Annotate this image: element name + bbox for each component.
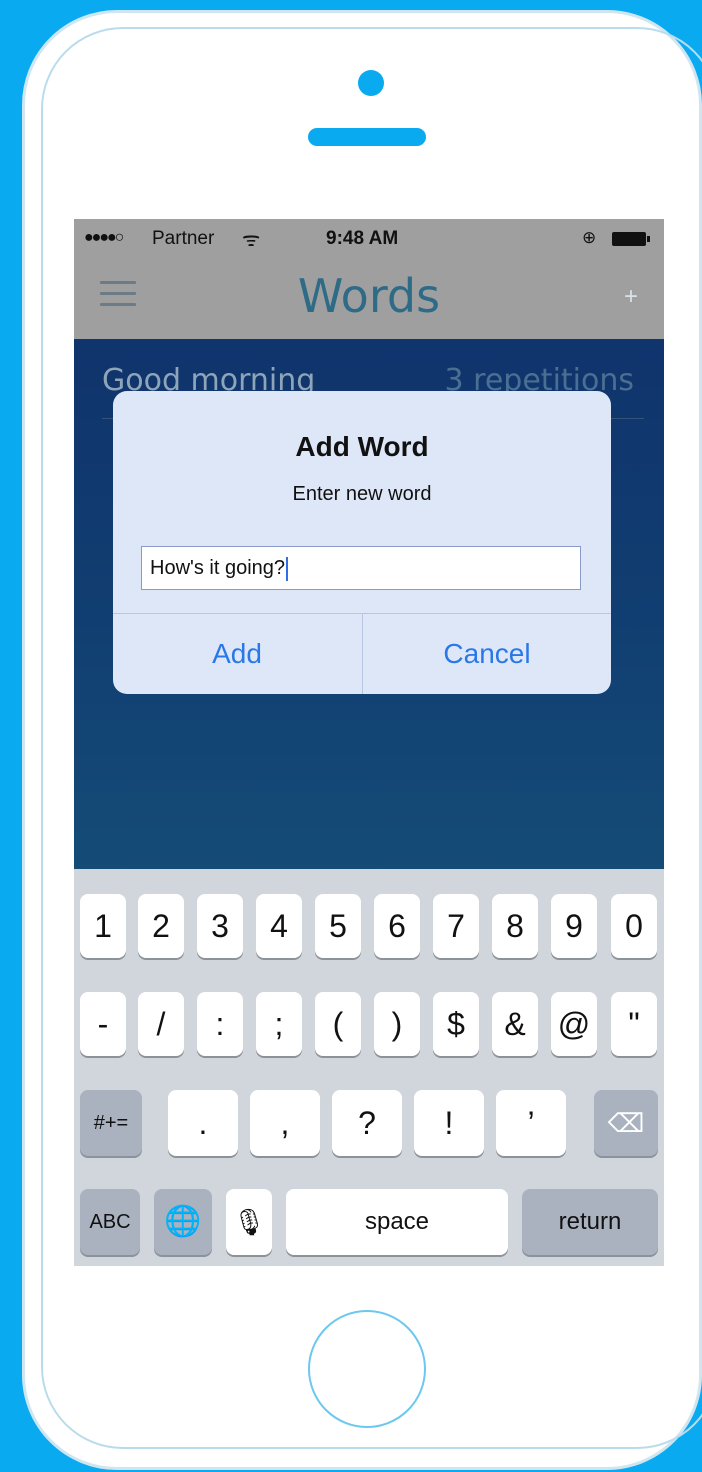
microphone-icon[interactable]: 🎙: [226, 1189, 272, 1255]
key-period[interactable]: .: [168, 1090, 238, 1156]
key-8[interactable]: 8: [492, 894, 538, 958]
page-title: Words: [297, 269, 441, 323]
keyboard: 1 2 3 4 5 6 7 8 9 0 - / : ; ( ) $ & @ " …: [74, 869, 664, 1266]
rotation-lock-icon: ⊕: [582, 228, 597, 247]
key-apostrophe[interactable]: ’: [496, 1090, 566, 1156]
key-ampersand[interactable]: &: [492, 992, 538, 1056]
word-input[interactable]: How's it going?: [141, 546, 581, 590]
dialog-message: Enter new word: [292, 483, 432, 505]
return-key[interactable]: return: [522, 1189, 658, 1255]
status-time: 9:48 AM: [326, 228, 399, 249]
text-caret: [286, 556, 288, 581]
dialog-buttons: Add Cancel: [113, 613, 611, 694]
key-3[interactable]: 3: [197, 894, 243, 958]
add-button[interactable]: Add: [113, 614, 361, 694]
key-at[interactable]: @: [551, 992, 597, 1056]
key-slash[interactable]: /: [138, 992, 184, 1056]
backspace-icon[interactable]: ⌫: [594, 1090, 658, 1156]
key-6[interactable]: 6: [374, 894, 420, 958]
key-hyphen[interactable]: -: [80, 992, 126, 1056]
key-exclamation[interactable]: !: [414, 1090, 484, 1156]
key-7[interactable]: 7: [433, 894, 479, 958]
key-open-paren[interactable]: (: [315, 992, 361, 1056]
key-dollar[interactable]: $: [433, 992, 479, 1056]
signal-icon: ●●●●○: [84, 229, 124, 246]
battery-icon: [612, 232, 650, 246]
key-question[interactable]: ?: [332, 1090, 402, 1156]
key-2[interactable]: 2: [138, 894, 184, 958]
key-quote[interactable]: ": [611, 992, 657, 1056]
key-9[interactable]: 9: [551, 894, 597, 958]
speaker-icon: [308, 128, 426, 146]
carrier-label: Partner: [152, 228, 215, 249]
wifi-icon: ᯤ: [242, 229, 261, 251]
dialog-title: Add Word: [295, 431, 429, 462]
add-word-dialog: Add Word Enter new word How's it going? …: [113, 391, 611, 694]
status-bar: ●●●●○ Partner ᯤ 9:48 AM ⊕: [74, 219, 664, 259]
add-word-button[interactable]: +: [624, 283, 638, 311]
key-4[interactable]: 4: [256, 894, 302, 958]
key-1[interactable]: 1: [80, 894, 126, 958]
camera-icon: [358, 70, 384, 96]
word-input-value: How's it going?: [150, 557, 285, 579]
home-button[interactable]: [308, 1310, 426, 1428]
key-colon[interactable]: :: [197, 992, 243, 1056]
key-abc[interactable]: ABC: [80, 1189, 140, 1255]
key-close-paren[interactable]: ): [374, 992, 420, 1056]
key-comma[interactable]: ,: [250, 1090, 320, 1156]
key-0[interactable]: 0: [611, 894, 657, 958]
key-more-symbols[interactable]: #+=: [80, 1090, 142, 1156]
globe-icon[interactable]: 🌐: [154, 1189, 212, 1255]
app-screen: ●●●●○ Partner ᯤ 9:48 AM ⊕ Words + Good m…: [74, 219, 664, 1266]
key-5[interactable]: 5: [315, 894, 361, 958]
key-semicolon[interactable]: ;: [256, 992, 302, 1056]
space-key[interactable]: space: [286, 1189, 508, 1255]
cancel-button[interactable]: Cancel: [362, 614, 611, 694]
nav-bar: Words +: [74, 259, 664, 339]
